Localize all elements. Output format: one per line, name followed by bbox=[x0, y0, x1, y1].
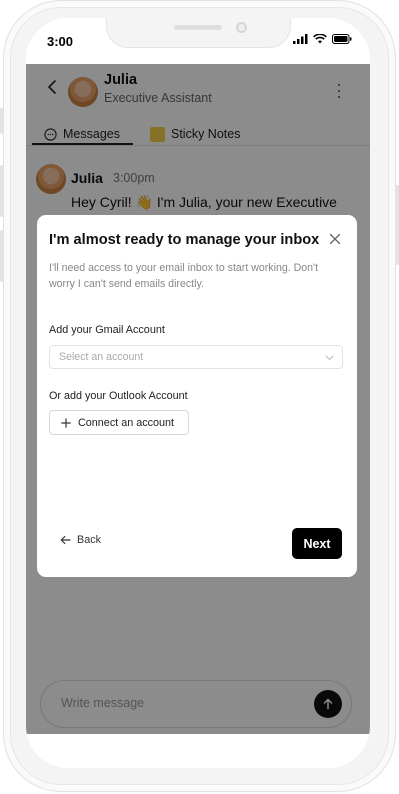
volume-down-button bbox=[0, 230, 4, 282]
status-icons bbox=[293, 34, 352, 44]
gmail-account-select[interactable]: Select an account bbox=[49, 345, 343, 369]
signal-icon bbox=[293, 34, 308, 44]
wifi-icon bbox=[313, 34, 327, 44]
back-button[interactable]: Back bbox=[60, 534, 101, 546]
gmail-label: Add your Gmail Account bbox=[49, 324, 165, 336]
chat-app: Julia Executive Assistant Messages Stick… bbox=[26, 64, 370, 734]
close-icon[interactable] bbox=[328, 232, 342, 246]
phone-screen: 3:00 Julia Executive Assistant Messages … bbox=[26, 18, 370, 768]
connect-inbox-modal: I'm almost ready to manage your inbox I'… bbox=[37, 215, 357, 577]
modal-description: I'll need access to your email inbox to … bbox=[49, 262, 319, 290]
speaker bbox=[174, 25, 222, 30]
arrow-left-icon bbox=[60, 535, 71, 545]
connect-account-label: Connect an account bbox=[78, 416, 175, 429]
volume-up-button bbox=[0, 165, 4, 217]
connect-account-button[interactable]: Connect an account bbox=[49, 410, 189, 435]
outlook-label: Or add your Outlook Account bbox=[49, 390, 188, 402]
chevron-down-icon bbox=[325, 355, 334, 361]
front-camera bbox=[236, 22, 247, 33]
status-bar: 3:00 bbox=[26, 18, 370, 64]
back-label: Back bbox=[77, 534, 102, 546]
select-placeholder: Select an account bbox=[59, 351, 144, 363]
home-indicator-area bbox=[26, 734, 370, 768]
next-button[interactable]: Next bbox=[292, 528, 342, 559]
battery-icon bbox=[332, 34, 352, 44]
plus-icon bbox=[61, 417, 71, 428]
modal-title: I'm almost ready to manage your inbox bbox=[49, 232, 320, 248]
status-time: 3:00 bbox=[47, 34, 74, 49]
notch bbox=[106, 18, 291, 48]
silent-switch bbox=[0, 108, 4, 134]
power-button bbox=[395, 185, 399, 265]
